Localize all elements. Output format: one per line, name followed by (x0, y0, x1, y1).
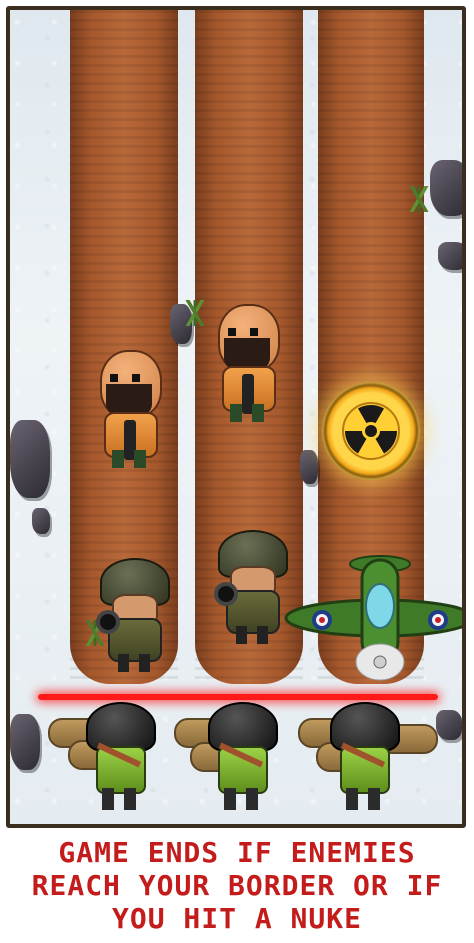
grass-tuft (404, 186, 434, 212)
enemy-helmet-soldier[interactable] (216, 530, 288, 650)
rock (436, 710, 462, 740)
caption-line-1: GAME ENDS IF ENEMIES (58, 836, 416, 869)
nuke-hazard[interactable] (322, 382, 420, 480)
rock (10, 714, 40, 770)
rock (32, 508, 50, 534)
defender-soldier-right[interactable] (328, 702, 400, 814)
rock (300, 450, 318, 484)
border-line (38, 694, 438, 700)
rock (438, 242, 462, 270)
enemy-helmet-soldier[interactable] (98, 558, 170, 678)
enemy-bald-bearded[interactable] (94, 350, 164, 470)
rock (430, 160, 462, 216)
caption-line-2: REACH YOUR BORDER OR IF (31, 869, 443, 902)
fighter-plane-icon[interactable] (282, 546, 466, 686)
defender-soldier-left[interactable] (84, 702, 156, 814)
enemy-bald-bearded[interactable] (212, 304, 282, 424)
defender-soldier-middle[interactable] (206, 702, 278, 814)
caption: GAME ENDS IF ENEMIES REACH YOUR BORDER O… (0, 836, 474, 935)
gun-muzzle-icon (100, 614, 116, 630)
gun-muzzle-icon (218, 586, 234, 602)
grass-tuft (180, 300, 210, 326)
rock (10, 420, 50, 498)
game-board[interactable] (6, 6, 466, 828)
radiation-icon (342, 402, 400, 460)
caption-line-3: YOU HIT A NUKE (111, 902, 362, 935)
